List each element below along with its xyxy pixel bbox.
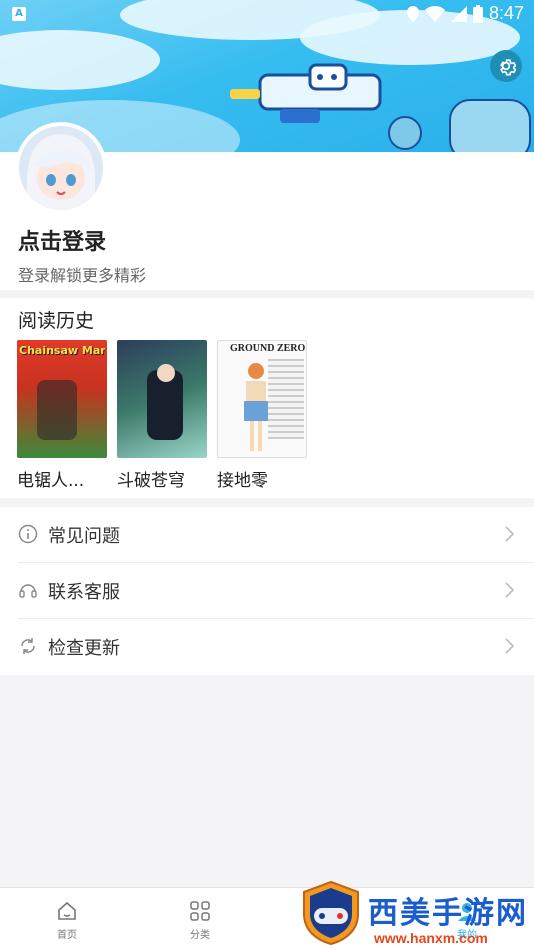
menu-item-faq[interactable]: 常见问题 (0, 507, 534, 562)
login-subtitle: 登录解锁更多精彩 (18, 266, 147, 285)
settings-button[interactable] (490, 50, 522, 82)
avatar[interactable] (15, 122, 107, 214)
watermark-url: www.hanxm.com (374, 930, 488, 946)
status-time: 8:47 (488, 3, 524, 23)
status-bar: A 8:47 (0, 0, 534, 28)
gear-icon (500, 59, 516, 76)
cover-title: GROUND ZERO (230, 343, 306, 354)
reading-history-section: 阅读历史 Chainsaw Man 电锯人... 斗破苍穹 GROUND ZER… (0, 298, 534, 498)
watermark: 西美手游网 www.hanxm.com (300, 878, 534, 950)
chevron-right-icon (505, 582, 514, 598)
chevron-right-icon (505, 638, 514, 654)
settings-menu: 常见问题 联系客服 检查更新 (0, 507, 534, 675)
wifi-icon (424, 5, 445, 22)
login-title[interactable]: 点击登录 (18, 224, 106, 256)
comic-item[interactable]: 斗破苍穹 (117, 340, 207, 491)
watermark-text: 西美手游网 (368, 896, 528, 931)
tab-label: 首页 (57, 930, 77, 941)
comic-cover[interactable]: Chainsaw Man (17, 340, 107, 458)
comic-cover[interactable]: GROUND ZERO (217, 340, 307, 458)
battery-icon (472, 4, 483, 23)
signal-icon (450, 5, 467, 22)
robot-illustration (230, 63, 531, 152)
comic-title: 斗破苍穹 (117, 471, 185, 491)
menu-item-support[interactable]: 联系客服 (0, 563, 534, 618)
comic-item[interactable]: GROUND ZERO 接地零 (217, 340, 307, 491)
menu-item-label: 联系客服 (48, 582, 120, 603)
headset-icon (19, 584, 37, 598)
info-icon (18, 524, 38, 544)
reading-history-title: 阅读历史 (18, 310, 95, 332)
comic-item[interactable]: Chainsaw Man 电锯人... (17, 340, 107, 491)
grid-icon (190, 901, 210, 921)
app-notification-icon: A (12, 7, 26, 21)
tab-home[interactable]: 首页 (37, 900, 97, 941)
cover-title: Chainsaw Man (19, 344, 105, 357)
menu-item-update[interactable]: 检查更新 (0, 619, 534, 674)
comic-title: 接地零 (217, 471, 268, 491)
chevron-right-icon (505, 526, 514, 542)
tab-category[interactable]: 分类 (170, 900, 230, 941)
gamepad-shield-logo (303, 880, 359, 946)
home-icon (58, 901, 76, 920)
refresh-icon (21, 638, 35, 654)
comic-title: 电锯人... (17, 471, 85, 491)
menu-item-label: 常见问题 (48, 526, 120, 547)
tab-label: 分类 (190, 930, 210, 941)
menu-item-label: 检查更新 (48, 638, 120, 659)
comic-cover[interactable] (117, 340, 207, 458)
location-icon (406, 5, 419, 22)
